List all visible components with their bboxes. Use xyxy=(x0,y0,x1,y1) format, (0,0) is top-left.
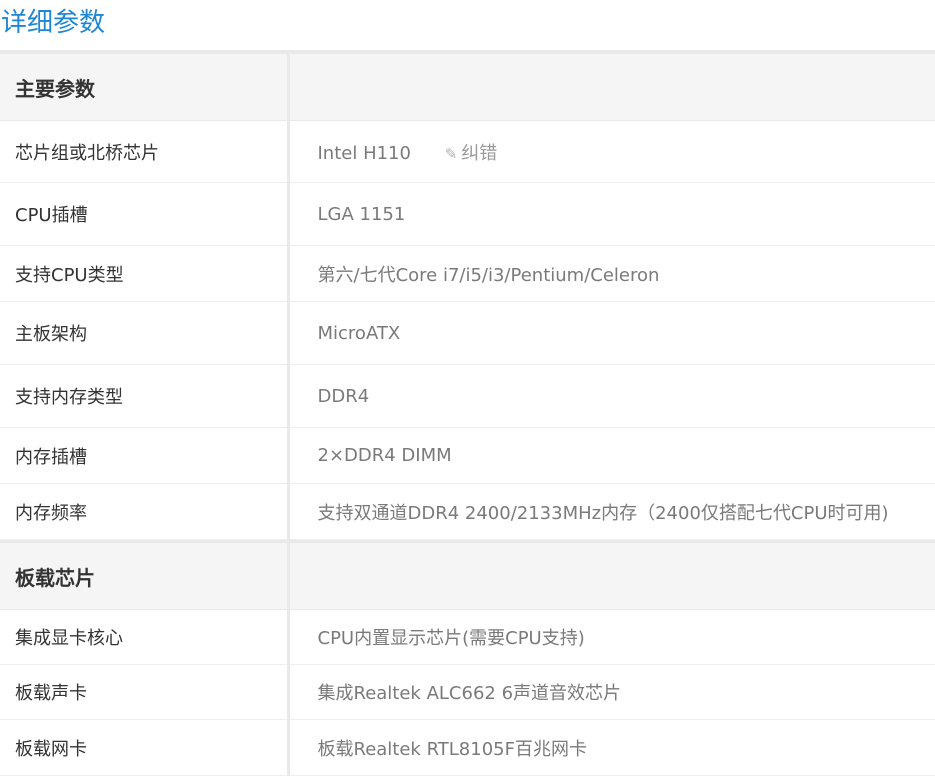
section-title: 板载芯片 xyxy=(15,565,95,590)
param-value: DDR4 xyxy=(288,364,935,428)
param-value: 2×DDR4 DIMM xyxy=(288,427,935,484)
table-row: 内存插槽 2×DDR4 DIMM xyxy=(0,427,935,484)
section-title: 主要参数 xyxy=(15,76,95,101)
param-label: 内存频率 xyxy=(0,483,290,540)
section-header-onboard: 板载芯片 xyxy=(0,543,935,610)
correct-error-link[interactable]: ✎ 纠错 xyxy=(445,143,498,164)
table-row: 支持内存类型 DDR4 xyxy=(0,364,935,428)
table-row: 支持CPU类型 第六/七代Core i7/i5/i3/Pentium/Celer… xyxy=(0,245,935,302)
pencil-icon: ✎ xyxy=(444,144,458,163)
param-label: 内存插槽 xyxy=(0,427,290,484)
table-row: 板载声卡 集成Realtek ALC662 6声道音效芯片 xyxy=(0,664,935,720)
table-row: CPU插槽 LGA 1151 xyxy=(0,182,935,246)
spec-table: 主要参数 芯片组或北桥芯片 Intel H110 ✎ 纠错 CPU插槽 LGA 1… xyxy=(0,54,935,776)
param-value: MicroATX xyxy=(288,301,935,365)
table-row: 内存频率 支持双通道DDR4 2400/2133MHz内存（2400仅搭配七代C… xyxy=(0,483,935,540)
param-label: 主板架构 xyxy=(0,301,290,365)
table-row: 板载网卡 板载Realtek RTL8105F百兆网卡 xyxy=(0,719,935,776)
param-value: Intel H110 xyxy=(317,142,411,164)
param-label: 支持内存类型 xyxy=(0,364,290,428)
param-value: 板载Realtek RTL8105F百兆网卡 xyxy=(288,719,935,776)
param-label: 集成显卡核心 xyxy=(0,609,290,665)
param-label: CPU插槽 xyxy=(0,182,290,246)
table-row: 集成显卡核心 CPU内置显示芯片(需要CPU支持) xyxy=(0,609,935,665)
section-header-main: 主要参数 xyxy=(0,54,935,121)
param-value: CPU内置显示芯片(需要CPU支持) xyxy=(288,609,935,665)
param-label: 板载声卡 xyxy=(0,664,290,720)
param-value: 集成Realtek ALC662 6声道音效芯片 xyxy=(288,664,935,720)
table-row: 芯片组或北桥芯片 Intel H110 ✎ 纠错 xyxy=(0,120,935,183)
param-value: LGA 1151 xyxy=(288,182,935,246)
param-label: 支持CPU类型 xyxy=(0,245,290,302)
correct-error-label: 纠错 xyxy=(461,142,498,164)
param-label: 芯片组或北桥芯片 xyxy=(0,120,290,183)
table-row: 主板架构 MicroATX xyxy=(0,301,935,365)
param-value: 支持双通道DDR4 2400/2133MHz内存（2400仅搭配七代CPU时可用… xyxy=(288,483,935,540)
param-value: 第六/七代Core i7/i5/i3/Pentium/Celeron xyxy=(288,245,935,302)
page-title: 详细参数 xyxy=(1,8,106,38)
param-label: 板载网卡 xyxy=(0,719,290,776)
